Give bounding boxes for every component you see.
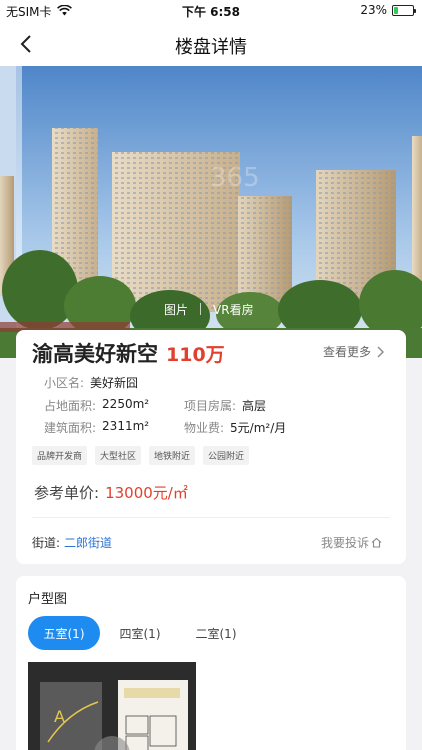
tab-five-room[interactable]: 五室(1) bbox=[28, 616, 100, 650]
community-label: 小区名: bbox=[44, 376, 85, 390]
community-field: 小区名: 美好新囧 bbox=[44, 374, 138, 391]
property-fee-label: 物业费: bbox=[184, 421, 225, 435]
building-type-field: 项目房属: 高层 bbox=[184, 397, 266, 414]
feature-tags: 品牌开发商 大型社区 地铁附近 公园附近 bbox=[32, 446, 250, 465]
home-icon bbox=[371, 537, 382, 548]
room-type-tabs: 五室(1) 四室(1) 二室(1) bbox=[28, 616, 252, 650]
property-info-card: 渝高美好新空 110万 查看更多 小区名: 美好新囧 占地面积: 2250m² … bbox=[16, 330, 406, 564]
build-area-value: 2311m² bbox=[102, 419, 150, 433]
tab-vr-tour[interactable]: VR看房 bbox=[201, 301, 266, 318]
unit-price-label: 参考单价: bbox=[34, 484, 100, 502]
floor-plan-thumbnail[interactable]: A bbox=[28, 662, 196, 750]
chevron-right-icon bbox=[377, 346, 384, 357]
property-photo-carousel[interactable]: 365 图片 VR看房 bbox=[0, 66, 422, 358]
navigation-bar: 楼盘详情 bbox=[0, 22, 422, 66]
tab-two-room[interactable]: 二室(1) bbox=[180, 616, 252, 650]
property-name: 渝高美好新空 bbox=[32, 342, 158, 366]
battery-icon bbox=[392, 4, 416, 16]
build-area-label: 建筑面积: bbox=[44, 421, 97, 435]
floor-plan-card: 户型图 五室(1) 四室(1) 二室(1) A bbox=[16, 576, 406, 750]
street-label: 街道: bbox=[32, 536, 61, 550]
tag-near-subway: 地铁附近 bbox=[149, 446, 196, 465]
media-tabs: 图片 VR看房 bbox=[152, 299, 266, 319]
street-link[interactable]: 二郎街道 bbox=[64, 534, 112, 551]
property-fee-value: 5元/m²/月 bbox=[230, 421, 287, 435]
complain-label: 我要投诉 bbox=[320, 536, 369, 550]
land-area-field: 占地面积: 2250m² bbox=[44, 397, 149, 414]
tab-four-room[interactable]: 四室(1) bbox=[104, 616, 176, 650]
property-price: 110万 bbox=[166, 344, 225, 366]
tag-near-park: 公园附近 bbox=[203, 446, 250, 465]
building-type-label: 项目房属: bbox=[184, 399, 237, 413]
svg-text:A: A bbox=[54, 707, 65, 726]
page-title: 楼盘详情 bbox=[175, 37, 247, 58]
tag-brand-developer: 品牌开发商 bbox=[32, 446, 88, 465]
svg-text:365: 365 bbox=[210, 163, 260, 193]
unit-price: 参考单价: 13000元/㎡ bbox=[34, 482, 188, 503]
land-area-label: 占地面积: bbox=[44, 399, 97, 413]
tag-large-community: 大型社区 bbox=[95, 446, 142, 465]
view-more-label: 查看更多 bbox=[322, 345, 371, 359]
land-area-value: 2250m² bbox=[102, 397, 150, 411]
tab-photos[interactable]: 图片 bbox=[152, 301, 200, 318]
battery-percent: 23% bbox=[360, 3, 387, 17]
complain-button[interactable]: 我要投诉 bbox=[321, 534, 382, 551]
status-time: 下午 6:58 bbox=[181, 5, 241, 19]
floor-plan-image: A bbox=[28, 662, 196, 750]
floor-plan-title: 户型图 bbox=[28, 592, 68, 607]
unit-price-value: 13000元/㎡ bbox=[105, 484, 188, 502]
build-area-field: 建筑面积: 2311m² bbox=[44, 419, 149, 436]
street-field: 街道: 二郎街道 bbox=[32, 534, 112, 551]
community-value: 美好新囧 bbox=[90, 376, 139, 390]
divider bbox=[32, 517, 390, 518]
property-fee-field: 物业费: 5元/m²/月 bbox=[184, 419, 286, 436]
view-more-link[interactable]: 查看更多 bbox=[323, 343, 384, 360]
building-type-value: 高层 bbox=[242, 399, 267, 413]
status-bar: 无SIM卡 下午 6:58 23% bbox=[0, 0, 422, 22]
